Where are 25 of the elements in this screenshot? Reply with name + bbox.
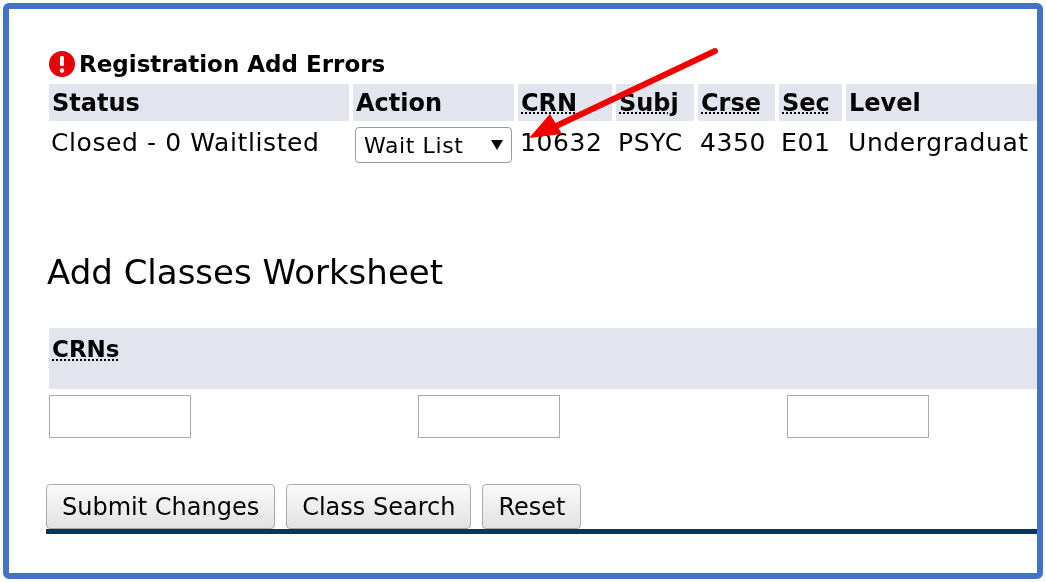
column-header: Status (49, 84, 349, 121)
table-cell-text: E01 (781, 127, 831, 160)
form-button[interactable]: Class Search (286, 484, 472, 529)
form-button[interactable]: Submit Changes (46, 484, 276, 529)
caret-icon (491, 140, 503, 150)
table-cell-text: Undergraduat (848, 127, 1029, 160)
form-button[interactable]: Reset (482, 484, 582, 529)
table-cell-text: Closed - 0 Waitlisted (51, 127, 320, 160)
section-title: Registration Add Errors (79, 49, 386, 79)
crns-header: CRNs (49, 328, 1037, 389)
error-icon (49, 51, 75, 77)
table-cell-text: PSYC (618, 127, 683, 160)
crn-input-field[interactable] (49, 395, 191, 438)
column-header: Level (846, 84, 1037, 121)
table-cell-text: 4350 (700, 127, 767, 160)
action-select[interactable]: Wait List (355, 127, 512, 163)
table-cell-text: 10632 (520, 127, 603, 160)
column-header: Subj (616, 84, 694, 121)
worksheet-title: Add Classes Worksheet (47, 251, 445, 294)
column-header: Action (353, 84, 514, 121)
column-header: Crse (698, 84, 775, 121)
column-header: Sec (779, 84, 842, 121)
crn-input-field[interactable] (418, 395, 560, 438)
crn-input-field[interactable] (787, 395, 929, 438)
column-header: CRN (518, 84, 612, 121)
